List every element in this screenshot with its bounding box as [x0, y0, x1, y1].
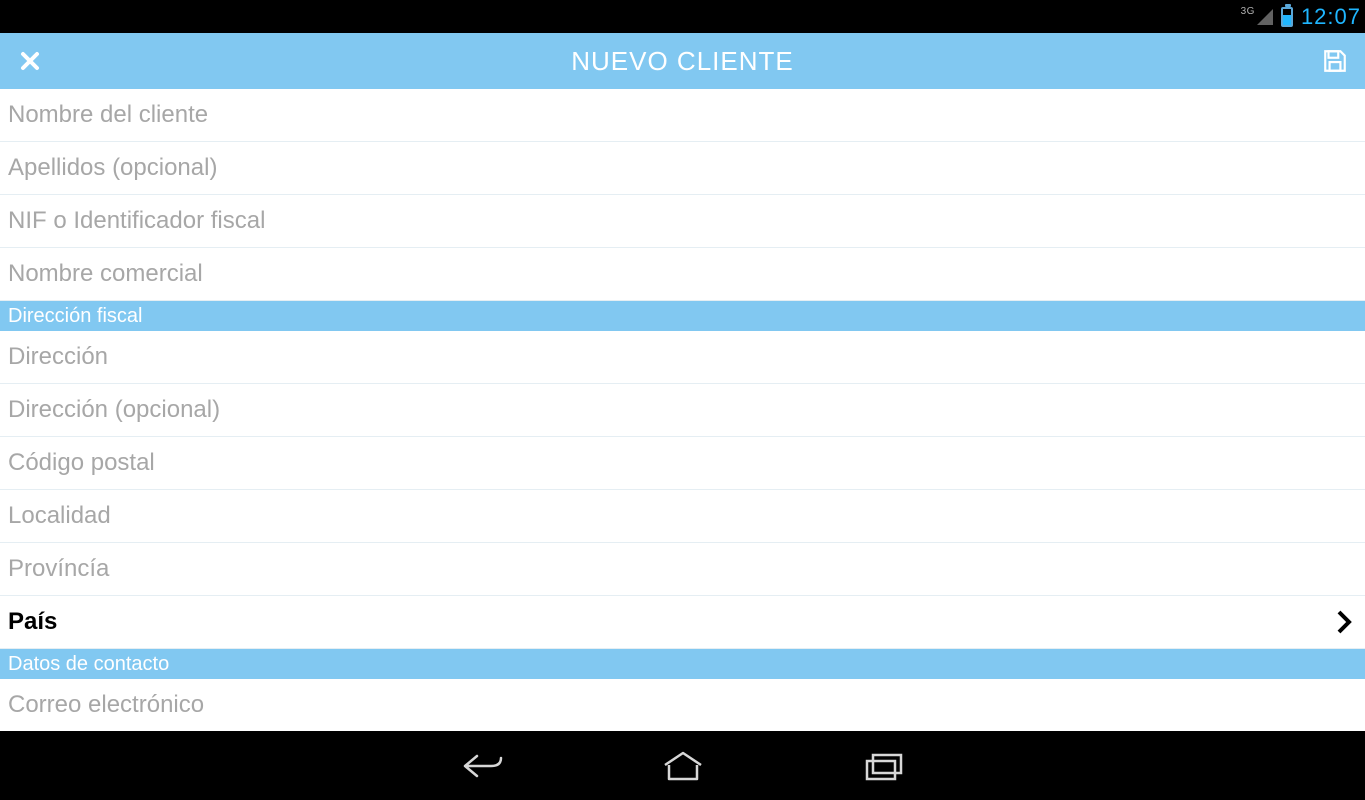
- android-nav-bar: [0, 731, 1365, 800]
- email-input[interactable]: [0, 679, 1365, 731]
- city-input[interactable]: [0, 490, 1365, 543]
- country-selector-row[interactable]: País: [0, 596, 1365, 649]
- close-button[interactable]: [10, 41, 50, 81]
- surname-input[interactable]: [0, 142, 1365, 195]
- client-name-input[interactable]: [0, 89, 1365, 142]
- recent-apps-icon: [863, 751, 903, 781]
- home-icon: [661, 751, 705, 781]
- form-body[interactable]: Dirección fiscal País Datos de contacto: [0, 89, 1365, 731]
- signal-icon: [1257, 9, 1273, 25]
- save-icon: [1322, 48, 1348, 74]
- address-line1-input[interactable]: [0, 331, 1365, 384]
- section-header-contact: Datos de contacto: [0, 649, 1365, 679]
- app-header: NUEVO CLIENTE: [0, 33, 1365, 89]
- province-input[interactable]: [0, 543, 1365, 596]
- country-label: País: [8, 608, 57, 636]
- trade-name-input[interactable]: [0, 248, 1365, 301]
- close-icon: [18, 49, 42, 73]
- battery-icon: [1281, 7, 1293, 27]
- save-button[interactable]: [1315, 41, 1355, 81]
- back-icon: [459, 750, 507, 782]
- android-status-bar: 3G 12:07: [0, 0, 1365, 33]
- clock-label: 12:07: [1301, 4, 1361, 30]
- home-button[interactable]: [648, 746, 718, 786]
- back-button[interactable]: [448, 746, 518, 786]
- section-header-address: Dirección fiscal: [0, 301, 1365, 331]
- chevron-right-icon: [1335, 609, 1353, 635]
- postal-code-input[interactable]: [0, 437, 1365, 490]
- page-title: NUEVO CLIENTE: [571, 46, 794, 77]
- nif-input[interactable]: [0, 195, 1365, 248]
- address-line2-input[interactable]: [0, 384, 1365, 437]
- network-3g-badge: 3G: [1241, 6, 1255, 17]
- recent-apps-button[interactable]: [848, 746, 918, 786]
